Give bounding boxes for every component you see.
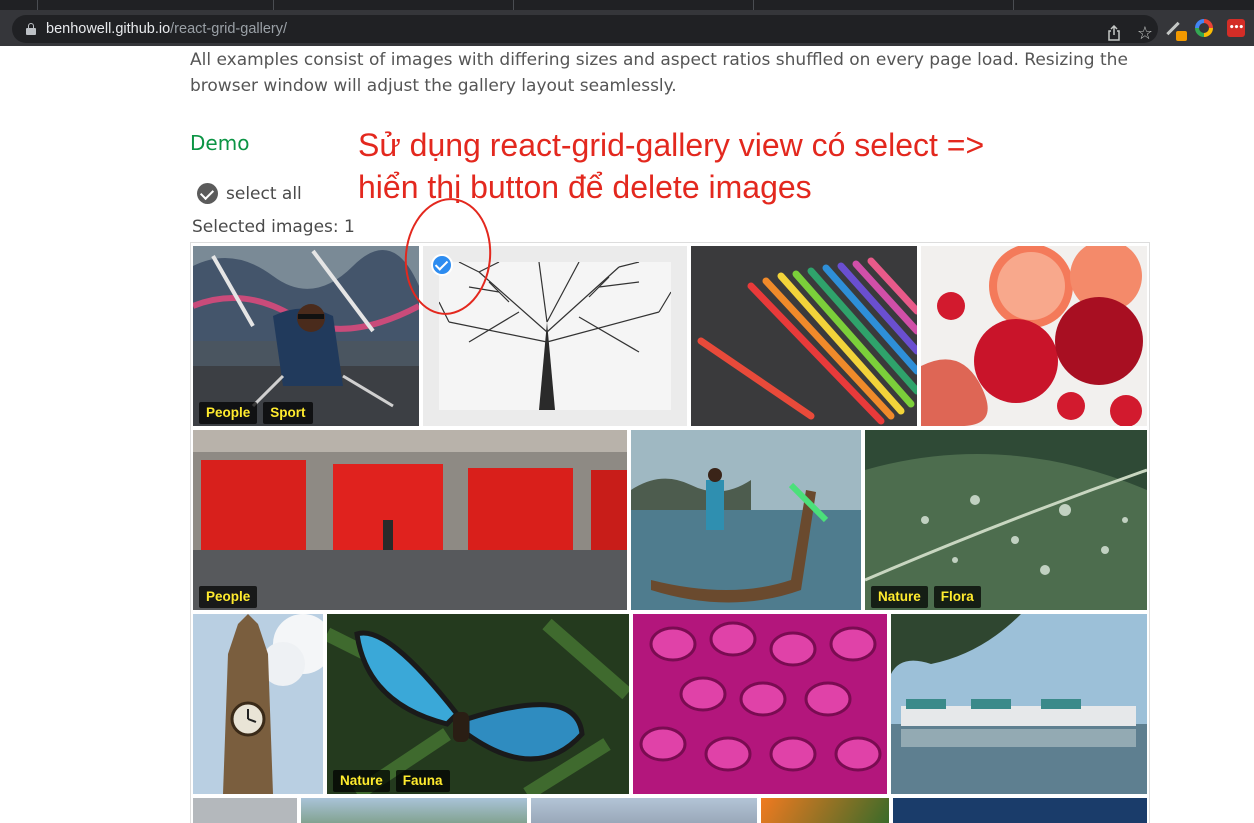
- pen-extension-icon[interactable]: [1161, 16, 1187, 41]
- gallery-image-red-doors[interactable]: People: [193, 430, 627, 610]
- tag[interactable]: Sport: [263, 402, 313, 424]
- tag-list: People: [199, 586, 258, 608]
- gallery-image-pink-dahlia[interactable]: [633, 614, 887, 794]
- tab-strip: [0, 0, 1254, 10]
- gallery-image[interactable]: [193, 798, 297, 823]
- tag-list: Nature Fauna: [333, 770, 450, 792]
- gallery-image-cyclist[interactable]: People Sport: [193, 246, 419, 426]
- gallery-image[interactable]: [531, 798, 757, 823]
- demo-heading: Demo: [190, 131, 250, 155]
- clock-tower-photo: [193, 614, 323, 794]
- intro-text: All examples consist of images with diff…: [190, 50, 1128, 96]
- tab[interactable]: [0, 0, 38, 10]
- lock-icon[interactable]: [26, 23, 36, 35]
- gallery-image[interactable]: [761, 798, 889, 823]
- gallery-image-colored-pencils[interactable]: [691, 246, 917, 426]
- address-bar[interactable]: benhowell.github.io/react-grid-gallery/ …: [12, 15, 1158, 45]
- check-circle-icon[interactable]: [197, 183, 218, 204]
- select-all-toggle[interactable]: select all: [197, 183, 302, 204]
- color-ring-extension-icon[interactable]: [1192, 16, 1216, 40]
- tag[interactable]: Fauna: [395, 770, 450, 792]
- harbor-boats-photo: [891, 614, 1147, 794]
- tab[interactable]: [38, 0, 274, 10]
- leaf-droplets-photo: [865, 430, 1147, 610]
- gallery-image-leaf-droplets[interactable]: Nature Flora: [865, 430, 1147, 610]
- gallery-image[interactable]: [893, 798, 1147, 823]
- bare-tree-photo: [439, 262, 671, 410]
- lastpass-icon[interactable]: •••: [1224, 16, 1248, 40]
- tag[interactable]: Flora: [933, 586, 981, 608]
- selected-count: Selected images: 1: [192, 217, 355, 237]
- tag[interactable]: People: [199, 586, 258, 608]
- selected-check-icon[interactable]: [431, 254, 453, 276]
- tree-photo-frame: [439, 262, 671, 410]
- tag[interactable]: Nature: [871, 586, 928, 608]
- image-gallery: People Sport People Nature Flora Nature …: [190, 242, 1150, 823]
- star-icon[interactable]: ☆: [1133, 21, 1157, 45]
- fruits-photo: [921, 246, 1147, 426]
- gallery-image[interactable]: [301, 798, 527, 823]
- browser-toolbar: benhowell.github.io/react-grid-gallery/ …: [0, 10, 1254, 46]
- select-all-label[interactable]: select all: [226, 184, 302, 204]
- gallery-image-butterfly[interactable]: Nature Fauna: [327, 614, 629, 794]
- share-icon[interactable]: [1102, 21, 1126, 45]
- tag[interactable]: People: [199, 402, 258, 424]
- tag-list: Nature Flora: [871, 586, 981, 608]
- butterfly-photo: [327, 614, 629, 794]
- gallery-image-longtail-boat[interactable]: [631, 430, 861, 610]
- tag[interactable]: Nature: [333, 770, 390, 792]
- gallery-image-fruits[interactable]: [921, 246, 1147, 426]
- pink-dahlia-photo: [633, 614, 887, 794]
- tab[interactable]: [754, 0, 1014, 10]
- colored-pencils-photo: [691, 246, 917, 426]
- longtail-boat-photo: [631, 430, 861, 610]
- tab[interactable]: [514, 0, 754, 10]
- red-doors-photo: [193, 430, 627, 610]
- gallery-image-harbor-boats[interactable]: [891, 614, 1147, 794]
- tag-list: People Sport: [199, 402, 313, 424]
- gallery-image-bare-tree[interactable]: [423, 246, 687, 426]
- tab[interactable]: [274, 0, 514, 10]
- gallery-image-clock-tower[interactable]: [193, 614, 323, 794]
- url-text[interactable]: benhowell.github.io/react-grid-gallery/: [46, 21, 287, 37]
- cyclist-photo: [193, 246, 419, 426]
- annotation-text: Sử dụng react-grid-gallery view có selec…: [358, 127, 985, 205]
